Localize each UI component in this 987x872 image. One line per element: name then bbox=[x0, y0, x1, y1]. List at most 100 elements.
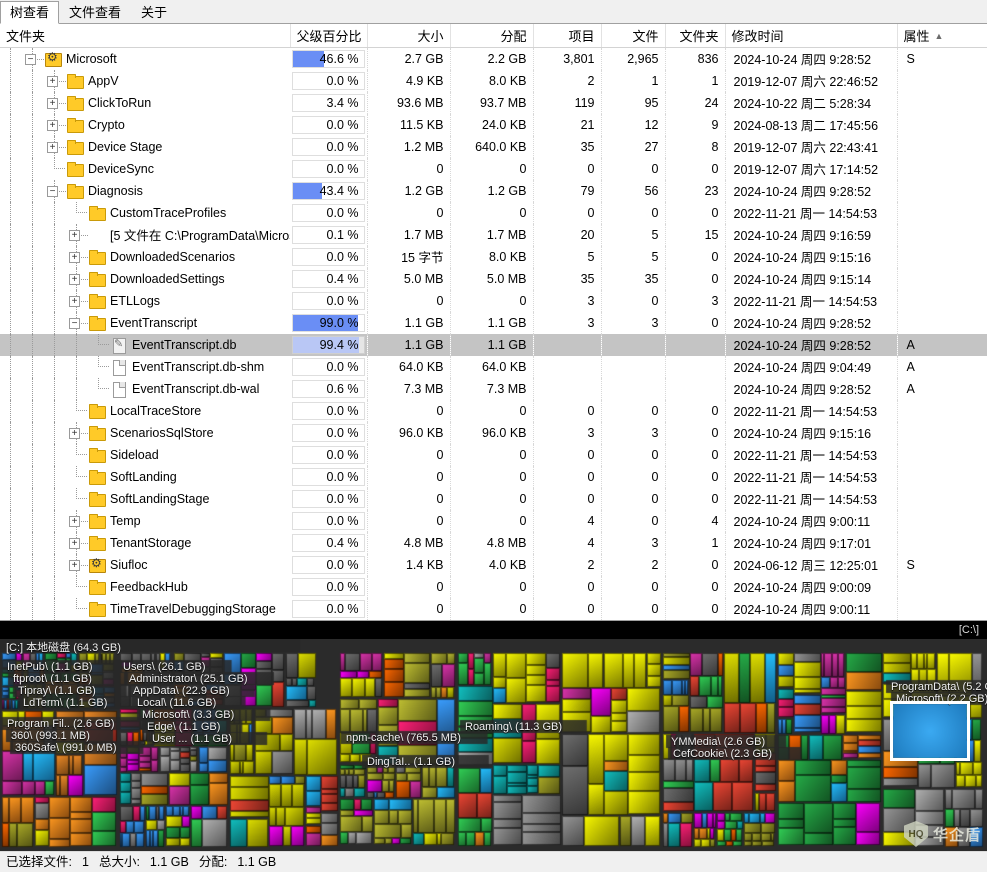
expand-icon[interactable]: + bbox=[44, 136, 66, 158]
treemap-selected-block[interactable] bbox=[890, 701, 970, 761]
table-row[interactable]: +ScenariosSqlStore0.0 %96.0 KB96.0 KB330… bbox=[0, 422, 987, 444]
row-name-cell[interactable]: TimeTravelDebuggingStorage bbox=[0, 598, 290, 620]
treemap-panel[interactable]: [C:] 本地磁盘 (64.3 GB) InetPub\ (1.1 GB)ftp… bbox=[0, 639, 987, 851]
expand-icon[interactable]: + bbox=[44, 70, 66, 92]
table-row[interactable]: +DownloadedScenarios0.0 %15 字节8.0 KB5502… bbox=[0, 246, 987, 268]
table-row[interactable]: +DownloadedSettings0.4 %5.0 MB5.0 MB3535… bbox=[0, 268, 987, 290]
table-row[interactable]: SoftLandingStage0.0 %000002022-11-21 周一 … bbox=[0, 488, 987, 510]
row-name-cell[interactable]: +DownloadedScenarios bbox=[0, 246, 290, 268]
row-name-cell[interactable]: DeviceSync bbox=[0, 158, 290, 180]
table-row[interactable]: +[5 文件在 C:\ProgramData\Micros…0.1 %1.7 M… bbox=[0, 224, 987, 246]
row-name-label: SoftLanding bbox=[110, 470, 177, 484]
table-row[interactable]: +Crypto0.0 %11.5 KB24.0 KB211292024-08-1… bbox=[0, 114, 987, 136]
percent-value: 0.0 % bbox=[327, 580, 359, 594]
table-row[interactable]: TimeTravelDebuggingStorage0.0 %000002024… bbox=[0, 598, 987, 620]
row-name-cell[interactable]: LocalTraceStore bbox=[0, 400, 290, 422]
attributes-cell bbox=[897, 180, 987, 202]
column-header-items[interactable]: 项目 bbox=[533, 24, 601, 47]
row-name-cell[interactable]: +Siufloc bbox=[0, 554, 290, 576]
table-row[interactable]: CustomTraceProfiles0.0 %000002022-11-21 … bbox=[0, 202, 987, 224]
row-name-cell[interactable]: Sideload bbox=[0, 444, 290, 466]
row-name-cell[interactable]: SoftLanding bbox=[0, 466, 290, 488]
table-row[interactable]: −Microsoft46.6 %2.7 GB2.2 GB3,8012,96583… bbox=[0, 47, 987, 70]
table-row[interactable]: +Siufloc0.0 %1.4 KB4.0 KB2202024-06-12 周… bbox=[0, 554, 987, 576]
row-name-cell[interactable]: −Microsoft bbox=[0, 47, 290, 70]
row-name-cell[interactable]: +Device Stage bbox=[0, 136, 290, 158]
table-row[interactable]: +AppV0.0 %4.9 KB8.0 KB2112019-12-07 周六 2… bbox=[0, 70, 987, 92]
size-cell: 1.2 MB bbox=[367, 136, 450, 158]
row-name-cell[interactable]: +ETLLogs bbox=[0, 290, 290, 312]
alloc-cell: 2.2 GB bbox=[450, 47, 533, 70]
row-name-cell[interactable]: +AppV bbox=[0, 70, 290, 92]
expand-icon[interactable]: + bbox=[44, 92, 66, 114]
percent-value: 0.0 % bbox=[327, 492, 359, 506]
row-name-cell[interactable]: FeedbackHub bbox=[0, 576, 290, 598]
expand-icon[interactable]: + bbox=[66, 246, 88, 268]
expand-icon[interactable]: + bbox=[66, 532, 88, 554]
folder-icon bbox=[88, 469, 106, 485]
row-name-cell[interactable]: EventTranscript.db-shm bbox=[0, 356, 290, 378]
column-header-files[interactable]: 文件 bbox=[601, 24, 665, 47]
percent-of-parent-cell: 0.0 % bbox=[290, 70, 367, 92]
expand-icon[interactable]: + bbox=[66, 422, 88, 444]
collapse-icon[interactable]: − bbox=[22, 48, 44, 70]
grid-header-row[interactable]: 文件夹父级百分比大小分配项目文件文件夹修改时间属性▲ bbox=[0, 24, 987, 47]
expand-icon[interactable]: + bbox=[66, 224, 88, 246]
table-row[interactable]: DeviceSync0.0 %000002019-12-07 周六 17:14:… bbox=[0, 158, 987, 180]
table-row[interactable]: −EventTranscript99.0 %1.1 GB1.1 GB330202… bbox=[0, 312, 987, 334]
tab-0[interactable]: 树查看 bbox=[0, 1, 59, 24]
table-row[interactable]: +TenantStorage0.4 %4.8 MB4.8 MB4312024-1… bbox=[0, 532, 987, 554]
table-row[interactable]: +Temp0.0 %004042024-10-24 周四 9:00:11 bbox=[0, 510, 987, 532]
expand-icon[interactable]: + bbox=[66, 268, 88, 290]
row-name-cell[interactable]: +[5 文件在 C:\ProgramData\Micros… bbox=[0, 224, 290, 246]
collapse-icon[interactable]: − bbox=[44, 180, 66, 202]
row-name-cell[interactable]: −EventTranscript bbox=[0, 312, 290, 334]
column-header-folders[interactable]: 文件夹 bbox=[665, 24, 725, 47]
row-name-cell[interactable]: CustomTraceProfiles bbox=[0, 202, 290, 224]
row-name-label: DeviceSync bbox=[88, 162, 154, 176]
tab-2[interactable]: 关于 bbox=[131, 1, 177, 24]
column-header-alloc[interactable]: 分配 bbox=[450, 24, 533, 47]
column-header-size[interactable]: 大小 bbox=[367, 24, 450, 47]
row-name-cell[interactable]: −Diagnosis bbox=[0, 180, 290, 202]
file-tree-grid[interactable]: 文件夹父级百分比大小分配项目文件文件夹修改时间属性▲ −Microsoft46.… bbox=[0, 24, 987, 621]
column-header-attr[interactable]: 属性▲ bbox=[897, 24, 987, 47]
column-header-pct[interactable]: 父级百分比 bbox=[290, 24, 367, 47]
attributes-cell bbox=[897, 532, 987, 554]
row-name-cell[interactable]: EventTranscript.db-wal bbox=[0, 378, 290, 400]
row-name-cell[interactable]: +ClickToRun bbox=[0, 92, 290, 114]
items-cell: 0 bbox=[533, 444, 601, 466]
tab-1[interactable]: 文件查看 bbox=[59, 1, 131, 24]
collapse-icon[interactable]: − bbox=[66, 312, 88, 334]
expand-icon[interactable]: + bbox=[66, 290, 88, 312]
column-header-mtime[interactable]: 修改时间 bbox=[725, 24, 897, 47]
table-row[interactable]: +ETLLogs0.0 %003032022-11-21 周一 14:54:53 bbox=[0, 290, 987, 312]
table-row[interactable]: EventTranscript.db-shm0.0 %64.0 KB64.0 K… bbox=[0, 356, 987, 378]
row-name-cell[interactable]: +Crypto bbox=[0, 114, 290, 136]
row-name-cell[interactable]: SoftLandingStage bbox=[0, 488, 290, 510]
row-name-cell[interactable]: EventTranscript.db bbox=[0, 334, 290, 356]
table-row[interactable]: LocalTraceStore0.0 %000002022-11-21 周一 1… bbox=[0, 400, 987, 422]
table-row[interactable]: Sideload0.0 %000002022-11-21 周一 14:54:53 bbox=[0, 444, 987, 466]
table-row[interactable]: +Device Stage0.0 %1.2 MB640.0 KB35278201… bbox=[0, 136, 987, 158]
row-name-cell[interactable]: +Temp bbox=[0, 510, 290, 532]
table-row[interactable]: EventTranscript.db-wal0.6 %7.3 MB7.3 MB2… bbox=[0, 378, 987, 400]
expand-icon[interactable]: + bbox=[66, 510, 88, 532]
row-name-cell[interactable]: +ScenariosSqlStore bbox=[0, 422, 290, 444]
table-row[interactable]: +ClickToRun3.4 %93.6 MB93.7 MB1199524202… bbox=[0, 92, 987, 114]
tree-guide bbox=[22, 158, 44, 180]
row-name-cell[interactable]: +DownloadedSettings bbox=[0, 268, 290, 290]
treemap-canvas[interactable] bbox=[0, 639, 987, 851]
size-cell: 11.5 KB bbox=[367, 114, 450, 136]
table-row[interactable]: SoftLanding0.0 %000002022-11-21 周一 14:54… bbox=[0, 466, 987, 488]
expand-icon[interactable]: + bbox=[44, 114, 66, 136]
table-row[interactable]: −Diagnosis43.4 %1.2 GB1.2 GB7956232024-1… bbox=[0, 180, 987, 202]
table-row[interactable]: EventTranscript.db99.4 %1.1 GB1.1 GB2024… bbox=[0, 334, 987, 356]
row-name-label: EventTranscript.db-shm bbox=[132, 360, 264, 374]
files-cell: 0 bbox=[601, 598, 665, 620]
row-name-cell[interactable]: +TenantStorage bbox=[0, 532, 290, 554]
attributes-cell bbox=[897, 422, 987, 444]
expand-icon[interactable]: + bbox=[66, 554, 88, 576]
table-row[interactable]: FeedbackHub0.0 %000002024-10-24 周四 9:00:… bbox=[0, 576, 987, 598]
column-header-name[interactable]: 文件夹 bbox=[0, 24, 290, 47]
